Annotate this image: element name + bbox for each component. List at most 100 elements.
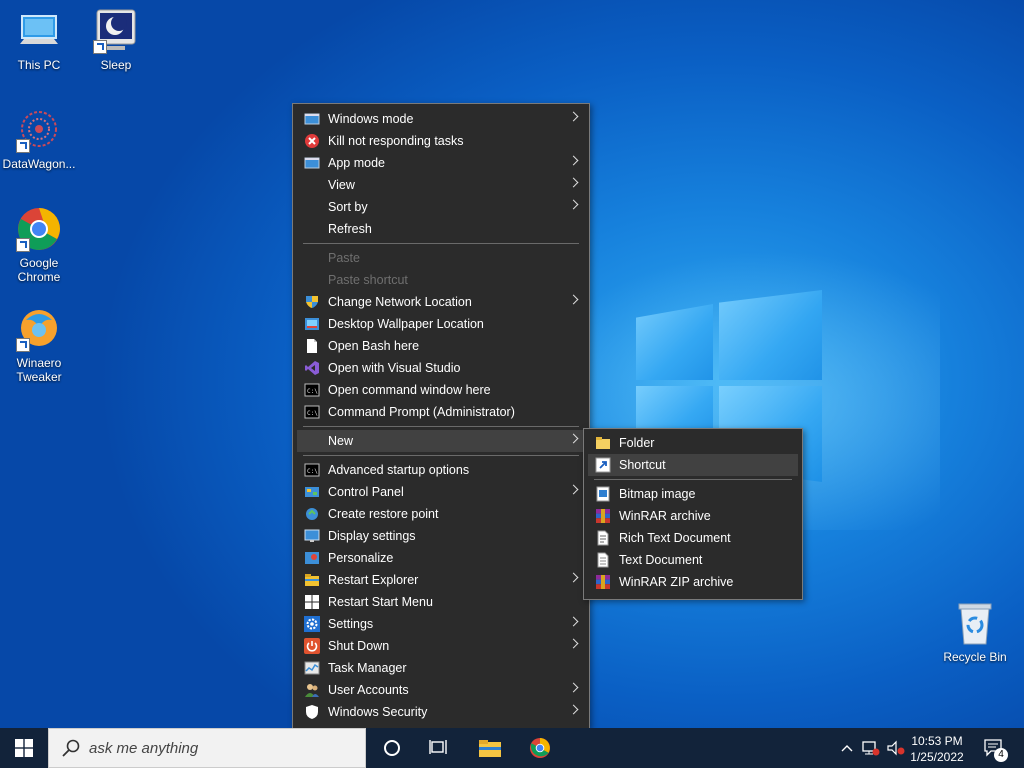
winaero-icon [16,306,62,352]
desktop-icon-recycle-bin[interactable]: Recycle Bin [936,600,1014,664]
cortana-icon [384,740,400,756]
tray-overflow-button[interactable] [838,728,856,768]
winrar-icon [595,508,611,524]
desktop-icon-sleep[interactable]: Sleep [77,8,155,72]
menu-item-open-command-window-here[interactable]: C:\ Open command window here [297,379,585,401]
document-icon [304,338,320,354]
menu-item-refresh[interactable]: Refresh [297,218,585,240]
submenu-item-winrar-archive[interactable]: WinRAR archive [588,505,798,527]
menu-item-sort-by[interactable]: Sort by [297,196,585,218]
chevron-right-icon [568,111,579,122]
display-icon [304,528,320,544]
folder-icon [479,740,501,757]
menu-item-kill-not-responding[interactable]: Kill not responding tasks [297,130,585,152]
shield-icon [304,294,320,310]
tray-clock[interactable]: 10:53 PM 1/25/2022 [902,733,972,765]
new-submenu: Folder Shortcut Bitmap image WinRAR arch… [583,428,803,600]
clock-date: 1/25/2022 [910,750,964,764]
menu-item-paste-shortcut: Paste shortcut [328,273,408,287]
gear-icon [304,616,320,632]
chevron-up-icon [841,745,853,752]
menu-item-windows-security[interactable]: Windows Security [297,701,585,723]
desktop[interactable]: This PC Sleep DataWagon... Google Chrome… [0,0,1024,768]
menu-item-personalize[interactable]: Personalize [297,547,585,569]
desktop-icon-datawagon[interactable]: DataWagon... [0,107,78,171]
menu-item-shut-down[interactable]: Shut Down [297,635,585,657]
chevron-right-icon [568,616,579,627]
visual-studio-icon [304,360,320,376]
menu-item-user-accounts[interactable]: User Accounts [297,679,585,701]
taskbar-search-box[interactable]: ask me anything [48,728,366,768]
chevron-right-icon [568,294,579,305]
datawagon-icon [16,107,62,153]
cmd-icon: C:\ [304,404,320,420]
submenu-item-bitmap-image[interactable]: Bitmap image [588,483,798,505]
power-icon [304,638,320,654]
task-view-icon [429,740,447,754]
menu-item-open-bash-here[interactable]: Open Bash here [297,335,585,357]
menu-item-create-restore-point[interactable]: Create restore point [297,503,585,525]
menu-item-view[interactable]: View [297,174,585,196]
sleep-icon [93,8,139,54]
chrome-icon [16,206,62,252]
control-panel-icon [304,484,320,500]
chevron-right-icon [568,682,579,693]
submenu-separator [594,479,792,480]
menu-item-new[interactable]: New [297,430,585,452]
menu-item-command-prompt-admin[interactable]: C:\ Command Prompt (Administrator) [297,401,585,423]
folder-icon [595,435,611,451]
menu-item-change-network-location[interactable]: Change Network Location [297,291,585,313]
menu-item-restart-start-menu[interactable]: Restart Start Menu [297,591,585,613]
network-tray-button[interactable] [860,728,882,768]
menu-separator [303,455,579,456]
chrome-taskbar-button[interactable] [516,728,564,768]
desktop-icon-winaero-tweaker[interactable]: Winaero Tweaker [0,306,78,384]
svg-text:C:\: C:\ [307,410,318,417]
explorer-icon [304,572,320,588]
text-doc-icon [595,552,611,568]
windows-security-icon [304,704,320,720]
menu-item-restart-explorer[interactable]: Restart Explorer [297,569,585,591]
cmd-icon: C:\ [304,382,320,398]
menu-item-task-manager[interactable]: Task Manager [297,657,585,679]
action-center-button[interactable]: 4 [974,728,1014,768]
submenu-item-folder[interactable]: Folder [588,432,798,454]
winrar-zip-icon [595,574,611,590]
menu-item-display-settings[interactable]: Display settings [297,525,585,547]
network-icon [862,741,880,756]
submenu-item-text-document[interactable]: Text Document [588,549,798,571]
menu-item-windows-mode[interactable]: Windows mode [297,108,585,130]
cortana-button[interactable] [370,728,414,768]
menu-item-control-panel[interactable]: Control Panel [297,481,585,503]
menu-item-desktop-wallpaper-location[interactable]: Desktop Wallpaper Location [297,313,585,335]
shortcut-icon [595,457,611,473]
submenu-item-shortcut[interactable]: Shortcut [588,454,798,476]
task-view-button[interactable] [416,728,462,768]
menu-item-advanced-startup-options[interactable]: C:\ Advanced startup options [297,459,585,481]
chevron-right-icon [568,155,579,166]
menu-item-app-mode[interactable]: App mode [297,152,585,174]
menu-item-open-with-visual-studio[interactable]: Open with Visual Studio [297,357,585,379]
submenu-item-winrar-zip-archive[interactable]: WinRAR ZIP archive [588,571,798,593]
clock-time: 10:53 PM [911,734,963,748]
chevron-right-icon [568,704,579,715]
menu-separator [303,243,579,244]
wallpaper-icon [304,316,320,332]
cmd-icon: C:\ [304,462,320,478]
start-button[interactable] [0,728,48,768]
notification-count-badge: 4 [994,748,1008,762]
chevron-right-icon [568,484,579,495]
desktop-icon-this-pc[interactable]: This PC [0,8,78,72]
bitmap-icon [595,486,611,502]
menu-item-settings[interactable]: Settings [297,613,585,635]
search-placeholder: ask me anything [89,740,199,757]
desktop-icon-google-chrome[interactable]: Google Chrome [0,206,78,284]
menu-separator [303,426,579,427]
kill-icon [304,133,320,149]
recycle-bin-icon [952,600,998,646]
svg-text:C:\: C:\ [307,388,318,395]
submenu-item-rich-text-document[interactable]: Rich Text Document [588,527,798,549]
rtf-icon [595,530,611,546]
file-explorer-taskbar-button[interactable] [466,728,514,768]
search-icon [62,739,80,757]
